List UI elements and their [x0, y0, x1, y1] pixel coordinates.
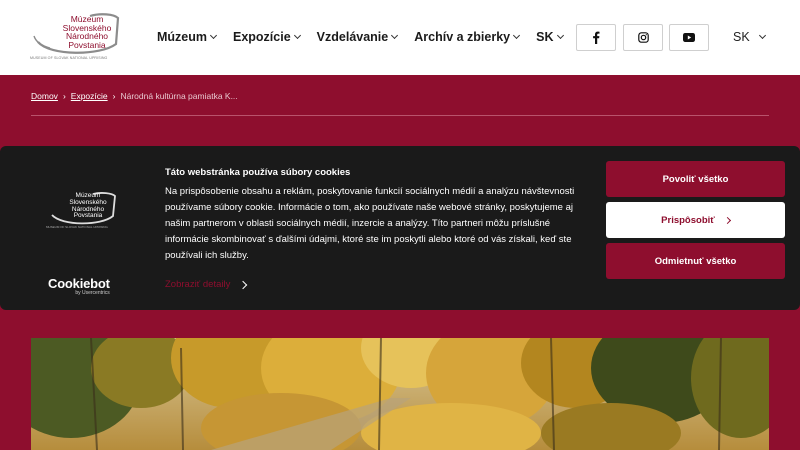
breadcrumb-home[interactable]: Domov: [31, 91, 58, 101]
customize-button[interactable]: Prispôsobiť: [606, 202, 785, 238]
youtube-button[interactable]: [669, 24, 709, 51]
logo-subtitle: MUSEUM OF SLOVAK NATIONAL UPRISING: [30, 56, 108, 60]
museum-logo[interactable]: Múzeum Slovenského Národného Povstania M…: [30, 12, 122, 62]
nav-item-archiv[interactable]: Archív a zbierky: [414, 30, 521, 44]
chevron-down-icon: [293, 31, 301, 40]
autumn-forest-image: [31, 338, 769, 450]
chevron-down-icon: [209, 31, 218, 40]
cookiebot-logo[interactable]: Cookiebot by Usercentrics: [48, 276, 110, 296]
main-nav: Múzeum Expozície Vzdelávanie Archív a zb…: [157, 30, 580, 44]
hero-photo: [31, 338, 769, 450]
chevron-right-icon: ›: [112, 91, 116, 101]
nav-item-muzeum[interactable]: Múzeum: [157, 30, 218, 44]
logo-text: Múzeum Slovenského Národného Povstania: [62, 14, 112, 50]
dialog-logo-text: Múzeum Slovenského Národného Povstania: [69, 192, 107, 220]
cookiebot-brand: Cookiebot: [48, 276, 110, 291]
chevron-right-icon: ›: [62, 91, 66, 101]
nav-item-sk[interactable]: SK: [536, 30, 564, 44]
chevron-right-icon: [239, 280, 248, 289]
instagram-button[interactable]: [623, 24, 663, 51]
chevron-right-icon: [723, 216, 731, 224]
breadcrumb-divider: [31, 115, 769, 116]
dialog-museum-logo: Múzeum Slovenského Národného Povstania M…: [46, 191, 118, 231]
breadcrumb: Domov › Expozície › Národná kultúrna pam…: [31, 91, 238, 101]
allow-all-button[interactable]: Povoliť všetko: [606, 161, 785, 197]
youtube-icon: [683, 33, 695, 42]
breadcrumb-expozicie[interactable]: Expozície: [71, 91, 108, 101]
facebook-icon: [593, 31, 600, 44]
language-selector[interactable]: SK: [733, 30, 766, 44]
nav-item-vzdelavanie[interactable]: Vzdelávanie: [317, 30, 399, 44]
site-header: Múzeum Slovenského Národného Povstania M…: [0, 0, 800, 75]
chevron-down-icon: [758, 31, 766, 40]
cookie-consent-dialog: Múzeum Slovenského Národného Povstania M…: [0, 146, 800, 310]
dialog-logo-subtitle: MUSEUM OF SLOVAK NATIONAL UPRISING: [46, 225, 108, 229]
instagram-icon: [637, 32, 649, 43]
chevron-down-icon: [556, 31, 564, 40]
deny-all-button[interactable]: Odmietnuť všetko: [606, 243, 785, 279]
cookie-title: Táto webstránka používa súbory cookies: [165, 167, 351, 178]
facebook-button[interactable]: [576, 24, 616, 51]
cookie-description: Na prispôsobenie obsahu a reklám, poskyt…: [165, 186, 575, 261]
chevron-down-icon: [513, 31, 521, 40]
show-details-link[interactable]: Zobraziť detaily: [165, 279, 248, 290]
nav-item-expozicie[interactable]: Expozície: [233, 30, 301, 44]
breadcrumb-current: Národná kultúrna pamiatka K...: [120, 91, 238, 101]
chevron-down-icon: [391, 31, 399, 40]
